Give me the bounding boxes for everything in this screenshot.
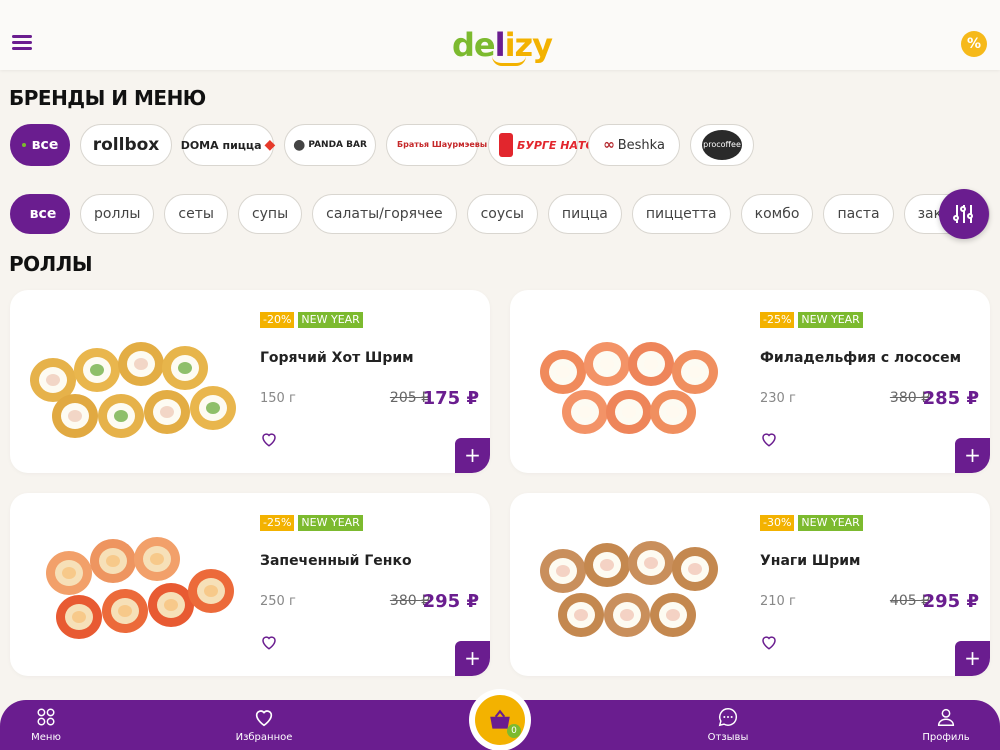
product-weight: 230 г (760, 391, 796, 406)
burger-logo-icon (499, 133, 513, 157)
product-title: Унаги Шрим (760, 553, 861, 569)
heart-icon[interactable] (760, 633, 778, 651)
brand-pill-beshka[interactable]: ∞ Beshka (588, 124, 680, 166)
price: 175 ₽ (422, 388, 479, 409)
price: 285 ₽ (922, 388, 979, 409)
brand-pill-procoffee[interactable]: procoffee (690, 124, 754, 166)
brand-pill-bratya[interactable]: Братья Шаурмэевы (386, 124, 487, 166)
category-pill-salads-hot[interactable]: салаты/горячее (312, 194, 457, 234)
active-dot-icon (21, 143, 26, 147)
product-title: Горячий Хот Шрим (260, 350, 414, 366)
brand-filter-row: все rollbox DOMA пицца ◆ ● PANDA BAR Бра… (10, 124, 754, 166)
nav-profile[interactable]: Профиль (906, 706, 986, 743)
add-to-cart-button[interactable]: + (455, 438, 490, 473)
product-weight: 210 г (760, 594, 796, 609)
add-to-cart-button[interactable]: + (955, 641, 990, 676)
logo-smile-icon (492, 56, 526, 66)
product-title: Запеченный Генко (260, 553, 412, 569)
product-weight: 150 г (260, 391, 296, 406)
beshka-logo-icon: ∞ (603, 137, 615, 153)
discount-badge: -30% (760, 515, 795, 531)
new-year-badge: NEW YEAR (298, 312, 363, 328)
brand-pill-burgenator[interactable]: БУРГЕ НАТОР (488, 124, 603, 166)
product-card[interactable]: -20% NEW YEAR Горячий Хот Шрим 150 г 205… (10, 290, 490, 473)
rolls-section-title: РОЛЛЫ (9, 252, 93, 276)
nav-favorites[interactable]: Избранное (224, 706, 304, 743)
heart-icon (255, 710, 273, 727)
add-to-cart-button[interactable]: + (455, 641, 490, 676)
chat-icon (718, 708, 738, 727)
discount-badge: -25% (260, 515, 295, 531)
category-pill-sets[interactable]: сеты (164, 194, 228, 234)
product-title: Филадельфия с лососем (760, 350, 962, 366)
nav-reviews[interactable]: Отзывы (688, 706, 768, 743)
cart-button[interactable]: 0 (469, 689, 531, 750)
filter-settings-button[interactable] (939, 189, 989, 239)
price: 295 ₽ (422, 591, 479, 612)
user-icon (937, 708, 955, 726)
cart: 0 (475, 695, 525, 745)
product-image (522, 513, 752, 653)
brand-pill-all[interactable]: все (10, 124, 70, 166)
category-pill-pasta[interactable]: паста (823, 194, 894, 234)
menu-icon[interactable] (12, 35, 32, 51)
product-card[interactable]: -30% NEW YEAR Унаги Шрим 210 г 405 ₽ 295… (510, 493, 990, 676)
pizza-icon: ◆ (264, 137, 276, 153)
category-filter-row: все роллы сеты супы салаты/горячее соусы… (10, 194, 1000, 234)
top-header: delizy % (0, 0, 1000, 70)
category-pill-all[interactable]: все (10, 194, 70, 234)
category-pill-soups[interactable]: супы (237, 194, 303, 234)
new-year-badge: NEW YEAR (798, 515, 863, 531)
product-card[interactable]: -25% NEW YEAR Запеченный Генко 250 г 380… (10, 493, 490, 676)
category-pill-rolls[interactable]: роллы (80, 194, 155, 234)
category-pill-sauces[interactable]: соусы (466, 194, 538, 234)
product-card[interactable]: -25% NEW YEAR Филадельфия с лососем 230 … (510, 290, 990, 473)
product-image (22, 513, 252, 653)
discount-badge: -25% (760, 312, 795, 328)
new-year-badge: NEW YEAR (298, 515, 363, 531)
price: 295 ₽ (922, 591, 979, 612)
category-pill-pizza[interactable]: пицца (547, 194, 622, 234)
brand-pill-panda[interactable]: ● PANDA BAR (284, 124, 376, 166)
brands-title: БРЕНДЫ И МЕНЮ (9, 86, 206, 110)
heart-icon[interactable] (760, 430, 778, 448)
product-image (522, 310, 752, 450)
heart-icon[interactable] (260, 430, 278, 448)
cart-count-badge: 0 (507, 724, 521, 738)
add-to-cart-button[interactable]: + (955, 438, 990, 473)
nav-menu[interactable]: Меню (6, 706, 86, 743)
product-image (22, 310, 252, 450)
panda-icon: ● (293, 137, 306, 153)
product-weight: 250 г (260, 594, 296, 609)
heart-icon[interactable] (260, 633, 278, 651)
category-pill-combo[interactable]: комбо (740, 194, 814, 234)
grid-icon (37, 708, 55, 726)
brand-pill-rollbox[interactable]: rollbox (80, 124, 172, 166)
brand-pill-doma[interactable]: DOMA пицца ◆ (181, 124, 276, 166)
discount-badge: -20% (260, 312, 295, 328)
new-year-badge: NEW YEAR (798, 312, 863, 328)
category-pill-pizzetta[interactable]: пиццетта (631, 194, 731, 234)
promo-badge-icon[interactable]: % (961, 31, 987, 57)
